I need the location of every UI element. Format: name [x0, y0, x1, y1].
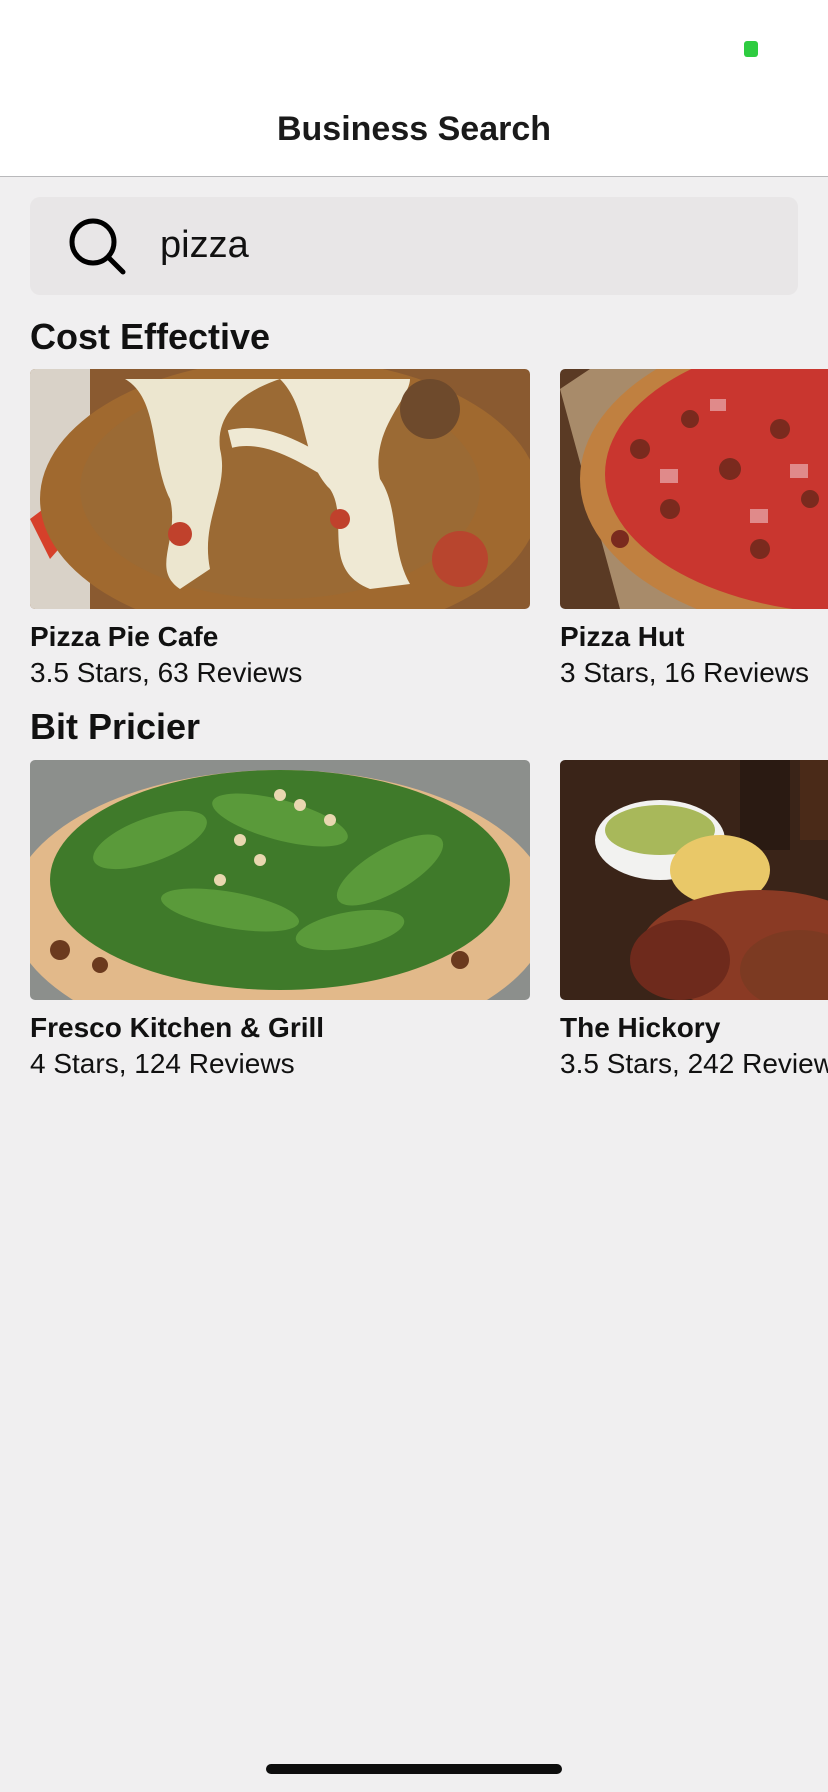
section-title-bit-pricier: Bit Pricier	[30, 706, 201, 747]
business-photo[interactable]	[560, 369, 828, 609]
business-photo[interactable]	[560, 760, 828, 1000]
business-card-pizza-hut[interactable]: Pizza Hut 3 Stars, 16 Reviews	[560, 369, 828, 689]
business-rating: 3 Stars, 16 Reviews	[560, 657, 809, 688]
business-card-fresco-kitchen-grill[interactable]: Fresco Kitchen & Grill 4 Stars, 124 Revi…	[30, 760, 530, 1080]
business-photo[interactable]	[30, 760, 530, 1000]
business-name: Pizza Pie Cafe	[30, 621, 219, 652]
home-indicator	[266, 1764, 562, 1774]
business-row-bit-pricier[interactable]: Fresco Kitchen & Grill 4 Stars, 124 Revi…	[30, 760, 828, 1090]
navigation-bar: Business Search	[0, 96, 828, 177]
business-name: The Hickory	[560, 1012, 721, 1043]
recording-indicator	[744, 41, 758, 57]
business-rating: 4 Stars, 124 Reviews	[30, 1048, 295, 1079]
business-photo[interactable]	[30, 369, 530, 609]
status-bar	[0, 0, 828, 96]
search-bar[interactable]	[30, 197, 798, 295]
search-input[interactable]	[160, 213, 760, 277]
business-rating: 3.5 Stars, 242 Reviews	[560, 1048, 828, 1079]
business-card-the-hickory[interactable]: The Hickory 3.5 Stars, 242 Reviews	[560, 760, 828, 1080]
page-title: Business Search	[276, 110, 552, 148]
business-rating: 3.5 Stars, 63 Reviews	[30, 657, 303, 688]
business-name: Pizza Hut	[560, 621, 685, 652]
business-card-pizza-pie-cafe[interactable]: Pizza Pie Cafe 3.5 Stars, 63 Reviews	[30, 369, 530, 689]
section-title-cost-effective: Cost Effective	[30, 316, 271, 357]
business-name: Fresco Kitchen & Grill	[30, 1012, 325, 1043]
business-row-cost-effective[interactable]: Pizza Pie Cafe 3.5 Stars, 63 Reviews Piz…	[30, 369, 828, 699]
search-icon	[69, 218, 126, 275]
